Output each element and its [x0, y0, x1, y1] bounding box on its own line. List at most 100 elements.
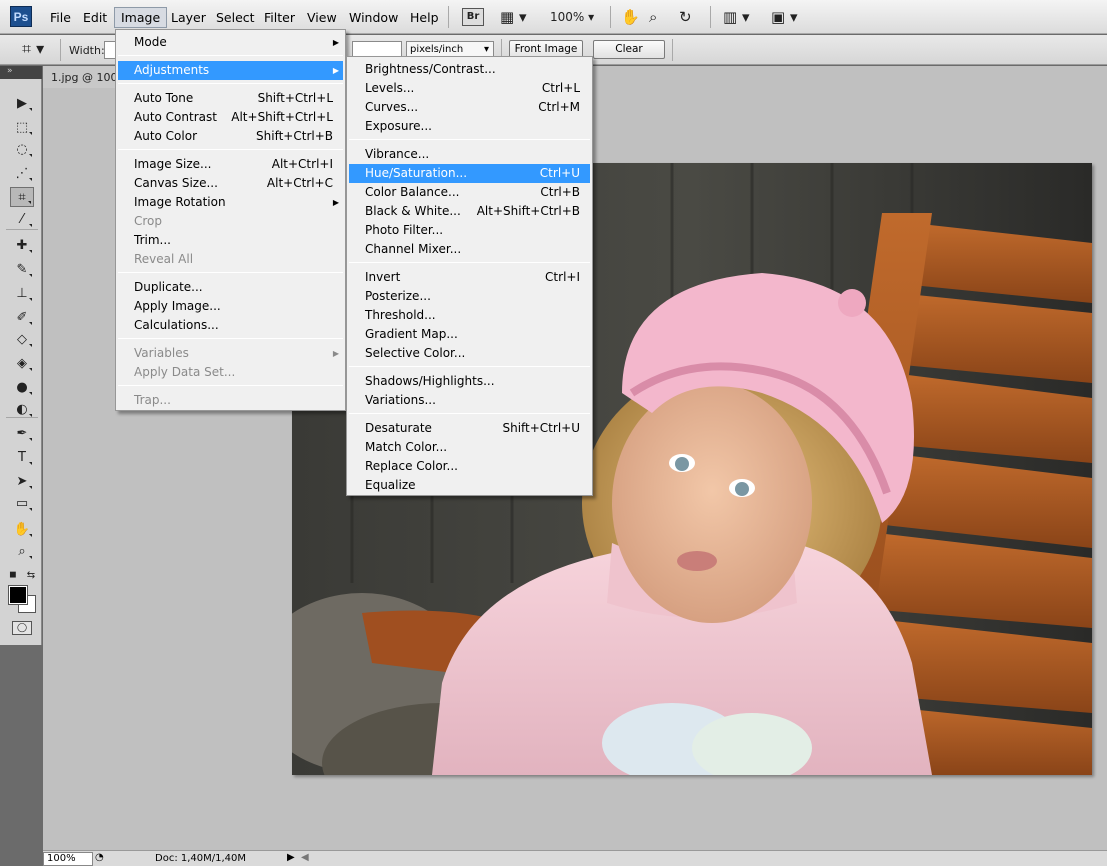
menu-item-label: Desaturate: [365, 421, 432, 435]
menu-item-image-rotation[interactable]: Image Rotation ▶: [118, 193, 343, 212]
menu-item-equalize[interactable]: Equalize: [349, 476, 590, 495]
menu-select[interactable]: Select: [210, 8, 261, 27]
bridge-button[interactable]: Br: [462, 8, 484, 26]
menu-item-variations[interactable]: Variations...: [349, 391, 590, 410]
rotate-view-icon[interactable]: ↻: [679, 6, 692, 28]
collapse-icon[interactable]: »: [7, 66, 13, 76]
swap-colors-icon[interactable]: ⇆: [24, 569, 38, 581]
menu-item-channel-mixer[interactable]: Channel Mixer...: [349, 240, 590, 259]
menu-item-trim[interactable]: Trim...: [118, 231, 343, 250]
hand-icon[interactable]: ✋: [621, 6, 640, 28]
menu-item-label: Hue/Saturation...: [365, 166, 468, 180]
pen-tool-icon[interactable]: ✒: [10, 423, 34, 443]
type-tool-icon[interactable]: T: [10, 447, 34, 467]
menu-file[interactable]: File: [44, 8, 77, 27]
menu-item-gradient-map[interactable]: Gradient Map...: [349, 325, 590, 344]
foreground-color-swatch[interactable]: [8, 585, 28, 605]
menu-edit[interactable]: Edit: [77, 8, 113, 27]
blur-tool-icon[interactable]: ●: [10, 377, 34, 397]
menu-item-selective-color[interactable]: Selective Color...: [349, 344, 590, 363]
resolution-unit-value: pixels/inch: [410, 44, 464, 55]
clone-stamp-tool-icon[interactable]: ⊥: [10, 283, 34, 303]
menu-item-mode[interactable]: Mode ▶: [118, 33, 343, 52]
menu-item-vibrance[interactable]: Vibrance...: [349, 145, 590, 164]
menu-item-shortcut: Ctrl+I: [545, 270, 580, 284]
menu-item-posterize[interactable]: Posterize...: [349, 287, 590, 306]
menu-item-label: Canvas Size...: [134, 176, 218, 190]
menu-item-match-color[interactable]: Match Color...: [349, 438, 590, 457]
menu-item-hue-saturation[interactable]: Hue/Saturation... Ctrl+U: [349, 164, 590, 183]
move-tool-icon[interactable]: ▶: [10, 93, 34, 113]
menu-layer[interactable]: Layer: [165, 8, 212, 27]
menu-item-black-white[interactable]: Black & White... Alt+Shift+Ctrl+B: [349, 202, 590, 221]
menu-item-color-balance[interactable]: Color Balance... Ctrl+B: [349, 183, 590, 202]
menu-item-auto-contrast[interactable]: Auto Contrast Alt+Shift+Ctrl+L: [118, 108, 343, 127]
menu-item-apply-image[interactable]: Apply Image...: [118, 297, 343, 316]
menu-item-adjustments[interactable]: Adjustments ▶: [118, 61, 343, 80]
eraser-tool-icon[interactable]: ◇: [10, 329, 34, 349]
menu-item-reveal-all: Reveal All: [118, 250, 343, 269]
scroll-left-icon[interactable]: ◀: [301, 852, 309, 863]
screen-mode-icon[interactable]: ▣ ▾: [771, 6, 797, 28]
menu-view[interactable]: View: [301, 8, 343, 27]
menu-item-shadows-highlights[interactable]: Shadows/Highlights...: [349, 372, 590, 391]
menu-help[interactable]: Help: [404, 8, 445, 27]
menu-item-exposure[interactable]: Exposure...: [349, 117, 590, 136]
menu-item-duplicate[interactable]: Duplicate...: [118, 278, 343, 297]
menu-item-label: Photo Filter...: [365, 223, 444, 237]
zoom-icon[interactable]: ⌕: [649, 6, 657, 28]
menu-item-brightness-contrast[interactable]: Brightness/Contrast...: [349, 60, 590, 79]
menu-item-shortcut: Alt+Ctrl+I: [271, 157, 333, 171]
path-selection-tool-icon[interactable]: ➤: [10, 471, 34, 491]
paint-bucket-tool-icon[interactable]: ◈: [10, 353, 34, 373]
menu-item-replace-color[interactable]: Replace Color...: [349, 457, 590, 476]
history-brush-tool-icon[interactable]: ✐: [10, 307, 34, 327]
crop-tool-preset-icon[interactable]: ⌗ ▾: [22, 38, 44, 60]
tools-panel-header[interactable]: »: [0, 66, 42, 79]
eyedropper-tool-icon[interactable]: ⁄: [10, 209, 34, 229]
quick-mask-icon[interactable]: ◯: [12, 621, 32, 635]
menu-item-image-size[interactable]: Image Size... Alt+Ctrl+I: [118, 155, 343, 174]
dodge-tool-icon[interactable]: ◐: [10, 399, 34, 419]
document-tab[interactable]: 1.jpg @ 100: [43, 66, 123, 88]
menu-item-canvas-size[interactable]: Canvas Size... Alt+Ctrl+C: [118, 174, 343, 193]
menu-item-threshold[interactable]: Threshold...: [349, 306, 590, 325]
status-zoom-field[interactable]: 100%: [43, 852, 93, 866]
magic-wand-tool-icon[interactable]: ⋰: [10, 163, 34, 183]
menu-image[interactable]: Image: [114, 7, 168, 28]
status-info-icon[interactable]: ◔: [95, 852, 104, 863]
menu-item-photo-filter[interactable]: Photo Filter...: [349, 221, 590, 240]
menu-item-label: Invert: [365, 270, 401, 284]
status-menu-arrow-icon[interactable]: ▶: [287, 852, 295, 863]
hand-tool-icon[interactable]: ✋: [10, 519, 34, 539]
shape-tool-icon[interactable]: ▭: [10, 493, 34, 513]
menu-separator: [349, 262, 590, 263]
menu-item-shortcut: Ctrl+B: [540, 185, 580, 199]
menu-item-calculations[interactable]: Calculations...: [118, 316, 343, 335]
menu-item-invert[interactable]: Invert Ctrl+I: [349, 268, 590, 287]
arrange-documents-icon[interactable]: ▥ ▾: [723, 6, 749, 28]
zoom-level-dropdown[interactable]: 100% ▾: [550, 6, 594, 28]
menu-item-label: Trim...: [134, 233, 171, 247]
clear-button[interactable]: Clear: [593, 40, 665, 59]
image-menu: Mode ▶ Adjustments ▶ Auto Tone Shift+Ctrl+L Au…: [115, 29, 346, 411]
width-label: Width:: [69, 44, 105, 57]
menu-item-desaturate[interactable]: Desaturate Shift+Ctrl+U: [349, 419, 590, 438]
menu-item-curves[interactable]: Curves... Ctrl+M: [349, 98, 590, 117]
crop-tool-icon[interactable]: ⌗: [10, 187, 34, 207]
menu-item-label: Auto Tone: [134, 91, 194, 105]
menu-window[interactable]: Window: [343, 8, 404, 27]
marquee-tool-icon[interactable]: ⬚: [10, 117, 34, 137]
healing-brush-tool-icon[interactable]: ✚: [10, 235, 34, 255]
lasso-tool-icon[interactable]: ◌: [10, 139, 34, 159]
brush-tool-icon[interactable]: ✎: [10, 259, 34, 279]
menubar-separator: [710, 6, 711, 28]
default-colors-icon[interactable]: ◼: [6, 569, 20, 581]
view-extras-icon[interactable]: ▦ ▾: [500, 6, 526, 28]
menu-filter[interactable]: Filter: [258, 8, 301, 27]
menu-item-auto-tone[interactable]: Auto Tone Shift+Ctrl+L: [118, 89, 343, 108]
submenu-arrow-icon: ▶: [332, 198, 339, 207]
menu-item-auto-color[interactable]: Auto Color Shift+Ctrl+B: [118, 127, 343, 146]
zoom-tool-icon[interactable]: ⌕: [10, 541, 34, 561]
menu-item-levels[interactable]: Levels... Ctrl+L: [349, 79, 590, 98]
